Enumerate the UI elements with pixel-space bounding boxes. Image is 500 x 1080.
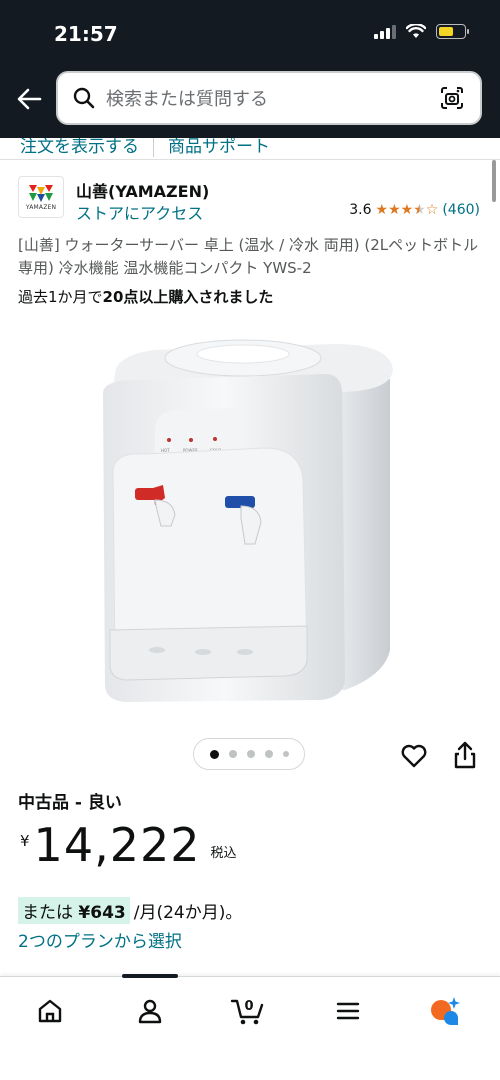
rating[interactable]: 3.6 ★ ★ ★ ★ ☆ (460) (349, 202, 480, 218)
sub-nav: 注文を表示する 商品サポート (0, 138, 500, 160)
back-arrow-icon[interactable] (14, 84, 44, 114)
menu-icon (336, 1002, 360, 1020)
carousel-dot[interactable] (209, 749, 219, 759)
bottom-nav: 0 (0, 974, 500, 1080)
product-support-link[interactable]: 商品サポート (168, 138, 270, 157)
status-time: 21:57 (54, 22, 118, 46)
search-bar[interactable]: 検索または質問する (56, 71, 482, 125)
monthly-prefix: または (22, 903, 73, 923)
carousel-dots[interactable] (193, 738, 305, 770)
monthly-payment: または ¥643 /月(24か月)。 (18, 897, 242, 924)
rating-count[interactable]: (460) (442, 202, 480, 218)
store-link[interactable]: ストアにアクセス (76, 200, 203, 224)
search-icon (73, 87, 95, 109)
bought-prefix: 過去1か月で (18, 288, 103, 306)
share-icon[interactable] (452, 740, 478, 770)
star-icon: ★ (388, 202, 401, 218)
price-tax-label: 税込 (210, 846, 237, 861)
carousel-dot[interactable] (246, 750, 255, 758)
brand-name[interactable]: 山善(YAMAZEN) (76, 178, 209, 202)
price-symbol: ¥ (20, 832, 30, 850)
plans-link[interactable]: 2つのプランから選択 (18, 927, 182, 952)
monthly-amount: ¥643 (78, 903, 126, 923)
signal-icon (374, 24, 396, 39)
carousel-dot[interactable] (282, 751, 289, 757)
wifi-icon (406, 24, 426, 38)
search-placeholder[interactable]: 検索または質問する (106, 85, 438, 111)
brand-logo[interactable]: YAMAZEN (18, 176, 64, 218)
battery-icon (436, 24, 469, 39)
monthly-highlight: または ¥643 (18, 897, 130, 924)
bought-bold: 20点以上購入されました (102, 288, 274, 306)
cart-icon: 0 (230, 999, 264, 1025)
star-icon: ☆ (425, 202, 439, 218)
product-image[interactable]: HOT POWER COLD (95, 330, 405, 710)
star-icon: ★ (413, 202, 426, 218)
yamazen-logo-icon (29, 185, 53, 202)
app-header: 21:57 検索または質問する (0, 0, 500, 138)
rating-value: 3.6 (349, 202, 372, 218)
product-title: [山善] ウォーターサーバー 卓上 (温水 / 冷水 両用) (2Lペットボトル… (18, 236, 479, 277)
cart-count: 0 (244, 999, 253, 1014)
active-tab-indicator (122, 974, 178, 978)
nav-rufus[interactable] (424, 993, 464, 1029)
status-icons (374, 24, 469, 39)
carousel-dot[interactable] (228, 750, 237, 758)
nav-cart[interactable]: 0 (228, 993, 268, 1029)
star-icon: ★ (400, 202, 414, 218)
price: ¥ 14,222 税込 (20, 818, 237, 872)
home-icon (38, 999, 62, 1023)
bought-count: 過去1か月で20点以上購入されました (18, 286, 273, 307)
heart-icon[interactable] (400, 742, 428, 770)
nav-home[interactable] (30, 993, 70, 1029)
nav-account[interactable] (130, 993, 170, 1029)
rating-stars: ★ ★ ★ ★ ☆ (376, 203, 439, 217)
brand-logo-text: YAMAZEN (25, 204, 57, 211)
nav-menu[interactable] (328, 993, 368, 1029)
condition-label: 中古品 - 良い (18, 793, 122, 813)
camera-search-icon[interactable] (438, 84, 466, 112)
price-value: 14,222 (33, 818, 201, 872)
rufus-icon (431, 997, 460, 1025)
monthly-suffix: /月(24か月)。 (133, 903, 243, 923)
account-icon (138, 999, 162, 1024)
carousel-dot[interactable] (264, 750, 273, 758)
panel-label-hot: HOT (161, 448, 170, 453)
view-orders-link[interactable]: 注文を表示する (20, 138, 139, 157)
scrollbar[interactable] (492, 160, 496, 202)
star-icon: ★ (375, 202, 389, 218)
